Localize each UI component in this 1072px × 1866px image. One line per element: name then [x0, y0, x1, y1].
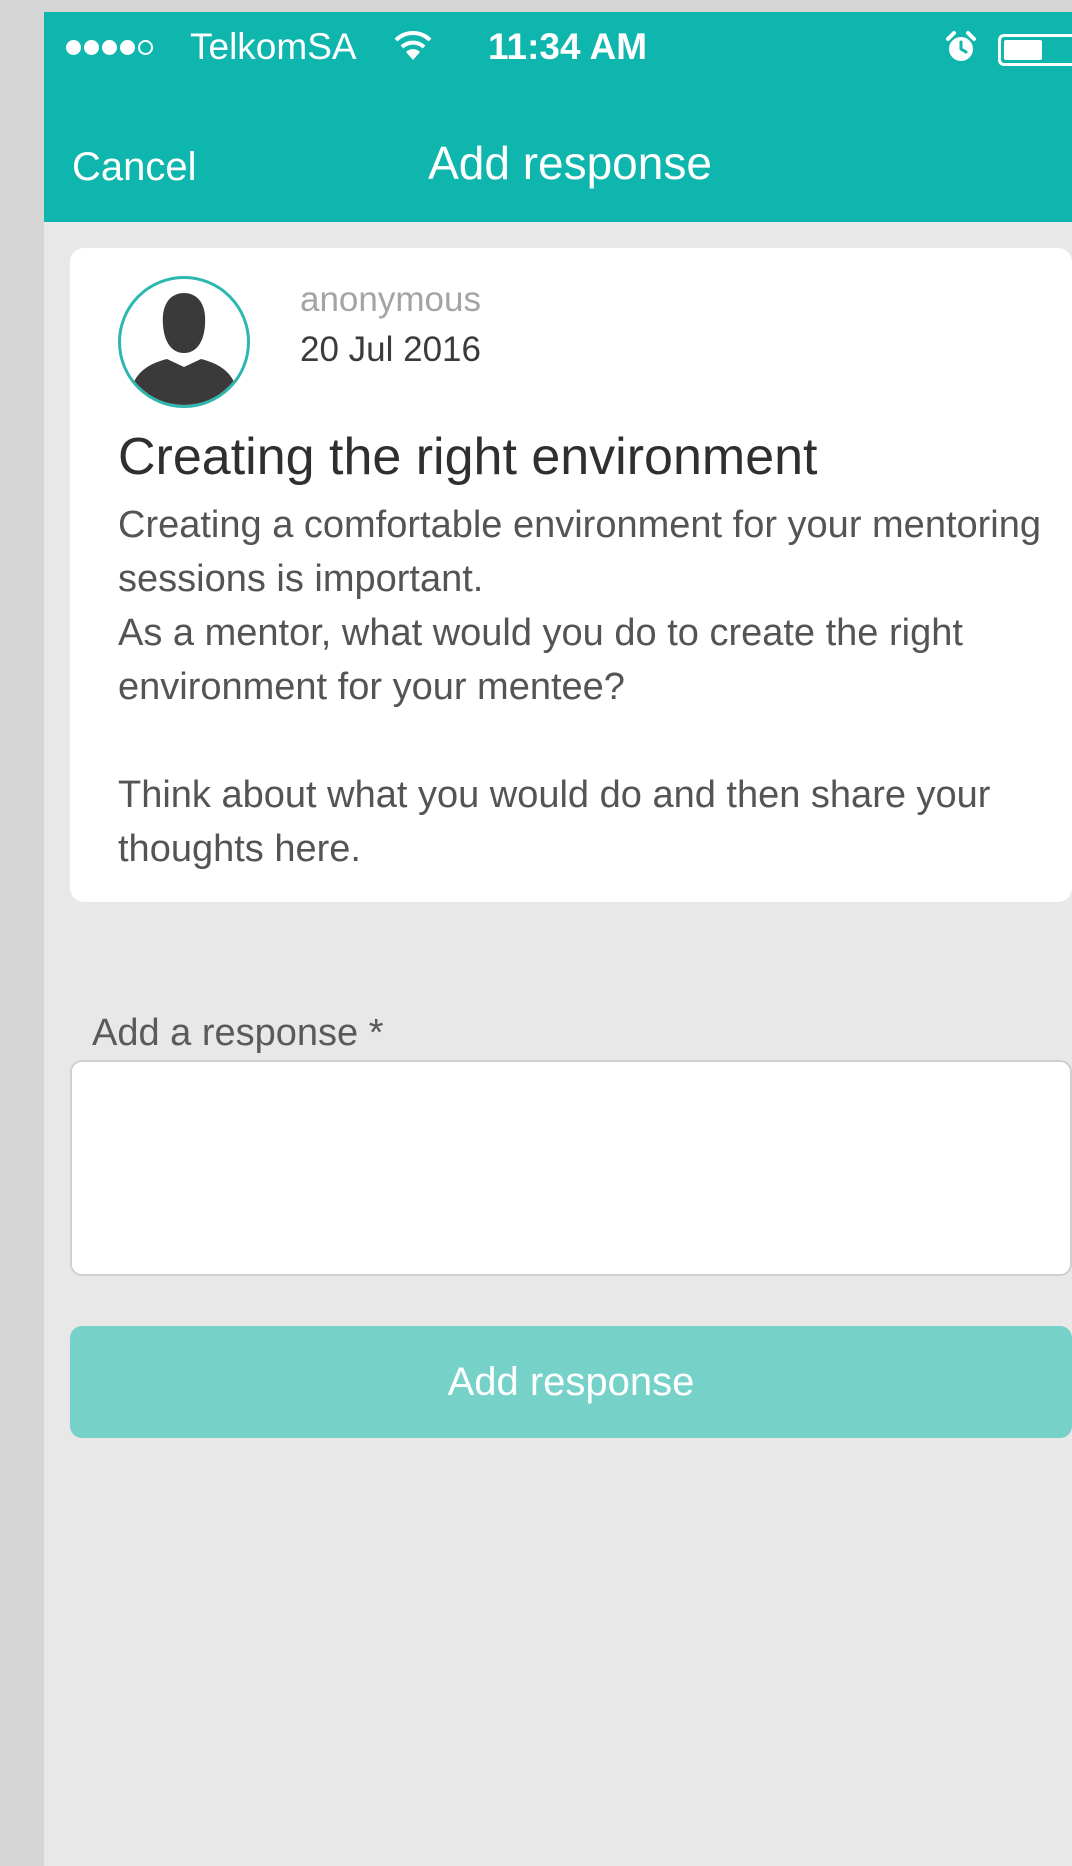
battery-level [1004, 40, 1042, 60]
signal-dot [66, 39, 81, 55]
post-author: anonymous [300, 280, 481, 319]
post-date: 20 Jul 2016 [300, 330, 481, 369]
alarm-icon [944, 30, 978, 69]
response-field-label: Add a response * [92, 1012, 384, 1054]
user-silhouette-icon [118, 276, 250, 408]
signal-dot [102, 39, 117, 55]
add-response-button[interactable]: Add response [70, 1326, 1072, 1438]
signal-dot-empty [138, 39, 153, 55]
post-body: Creating a comfortable environment for y… [118, 498, 1048, 876]
post-paragraph: Creating a comfortable environment for y… [118, 504, 1042, 600]
carrier-name: TelkomSA [190, 26, 357, 67]
signal-dot [84, 39, 99, 55]
post-paragraph: As a mentor, what would you do to create… [118, 612, 963, 708]
post-paragraph: Think about what you would do and then s… [118, 774, 991, 870]
signal-strength-icon [66, 32, 153, 62]
status-time: 11:34 AM [488, 26, 648, 67]
app-screen: TelkomSA 11:34 AM Cancel Add response an… [44, 12, 1072, 1866]
post-card: anonymous 20 Jul 2016 Creating the right… [70, 248, 1072, 902]
header: TelkomSA 11:34 AM Cancel Add response [44, 12, 1072, 222]
wifi-icon [394, 28, 432, 67]
status-bar: TelkomSA 11:34 AM [44, 12, 1072, 82]
battery-icon [998, 34, 1072, 66]
post-title: Creating the right environment [118, 428, 818, 486]
signal-dot [120, 39, 135, 55]
response-input[interactable] [70, 1060, 1072, 1276]
page-title: Add response [428, 137, 712, 189]
